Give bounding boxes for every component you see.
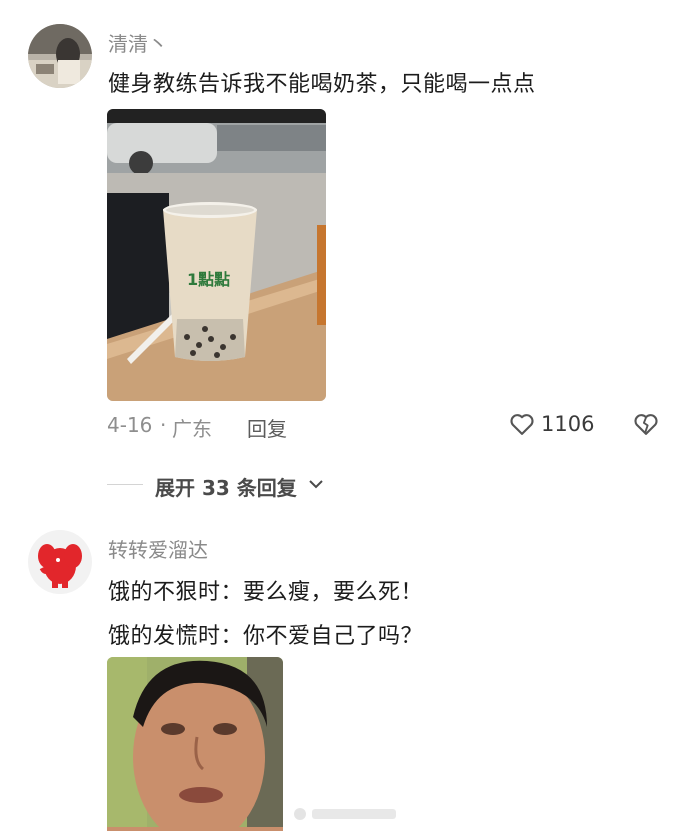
heart-icon <box>510 414 534 435</box>
comment-date: 4-16 <box>107 413 153 437</box>
milk-tea-photo[interactable]: 1點點 <box>107 109 326 401</box>
meta-separator: · <box>160 413 167 437</box>
username-2[interactable]: 转转爱溜达 <box>108 534 208 563</box>
divider-line <box>107 484 143 485</box>
avatar-image <box>28 24 92 88</box>
face-image <box>107 657 283 831</box>
cup-logo: 1點點 <box>187 270 230 289</box>
chevron-down-icon[interactable] <box>306 474 326 498</box>
reply-button[interactable]: 回复 <box>247 413 287 442</box>
comment-line-1: 饿的不狠时：要么瘦，要么死！ <box>108 580 424 605</box>
photo-image: 1點點 <box>107 109 326 401</box>
like-count: 1106 <box>541 412 595 436</box>
broken-heart-icon <box>634 414 658 435</box>
expand-replies-button[interactable]: 展开 33 条回复 <box>155 472 297 501</box>
user-avatar-2[interactable] <box>28 530 92 594</box>
comment-line-2: 饿的发慌时：你不爱自己了吗？ <box>108 624 424 649</box>
comment-text: 健身教练告诉我不能喝奶茶，只能喝一点点 <box>108 72 536 97</box>
user-avatar[interactable] <box>28 24 92 88</box>
face-photo[interactable] <box>107 657 283 831</box>
username[interactable]: 清清丶 <box>108 28 168 57</box>
comment-location: 广东 <box>172 417 212 441</box>
like-button[interactable] <box>508 410 536 442</box>
dislike-button[interactable] <box>632 410 660 442</box>
watermark <box>292 805 402 823</box>
avatar-image-2 <box>28 530 92 594</box>
